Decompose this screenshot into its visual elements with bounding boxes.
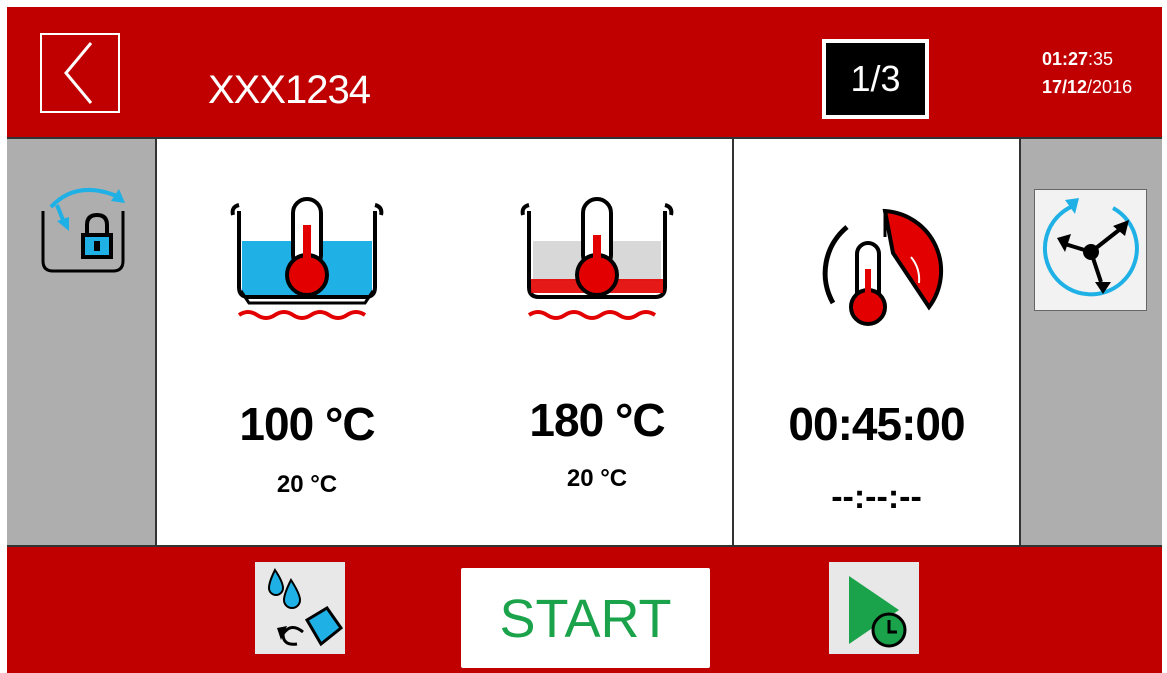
fry-heat-thermometer-icon[interactable] xyxy=(519,195,675,325)
rotation-mixer-icon xyxy=(1042,198,1139,297)
temperature-panel: 100 °C 20 °C 180 °C 20 °C xyxy=(157,137,732,546)
timer-panel: 00:45:00 --:--:-- xyxy=(732,137,1019,546)
clock-date-y: /2016 xyxy=(1087,77,1133,97)
bath-setpoint[interactable]: 100 °C xyxy=(177,397,437,451)
rotation-button[interactable] xyxy=(1034,189,1147,311)
back-button[interactable] xyxy=(40,33,120,113)
fry-actual: 20 °C xyxy=(566,465,628,492)
start-button[interactable]: START xyxy=(461,568,710,668)
lid-lock-icon[interactable] xyxy=(37,177,129,277)
back-arrow-icon xyxy=(64,42,93,104)
delayed-start-button[interactable] xyxy=(829,562,919,654)
water-bath-thermometer-icon[interactable] xyxy=(229,195,385,325)
clock-time: 01:27:35 xyxy=(1042,45,1132,73)
clock-time-s: :35 xyxy=(1088,49,1114,69)
clock-date-dm: 17/12 xyxy=(1042,77,1088,97)
clock: 01:27:35 17/12/2016 xyxy=(1042,45,1132,101)
fry-setpoint[interactable]: 180 °C xyxy=(467,393,727,447)
timer-remaining: --:--:-- xyxy=(831,478,922,516)
drain-fill-button[interactable] xyxy=(255,562,345,654)
screen-frame: XXX1234 1/3 01:27:35 17/12/2016 100 °C 2… xyxy=(7,7,1162,673)
drain-fill-icon xyxy=(267,568,344,647)
delayed-start-icon xyxy=(849,576,907,648)
bath-actual: 20 °C xyxy=(276,471,338,498)
timer-thermometer-icon[interactable] xyxy=(819,203,949,333)
timer-setpoint[interactable]: 00:45:00 xyxy=(734,397,1019,451)
header-bar: XXX1234 1/3 01:27:35 17/12/2016 xyxy=(7,7,1162,137)
left-side-panel xyxy=(7,137,157,546)
page-indicator[interactable]: 1/3 xyxy=(822,39,929,119)
recipe-title: XXX1234 xyxy=(208,68,371,112)
clock-date: 17/12/2016 xyxy=(1042,73,1132,101)
clock-time-hm: 01:27 xyxy=(1042,49,1089,69)
footer-bar: START xyxy=(7,547,1162,673)
divider-top xyxy=(7,137,1162,139)
